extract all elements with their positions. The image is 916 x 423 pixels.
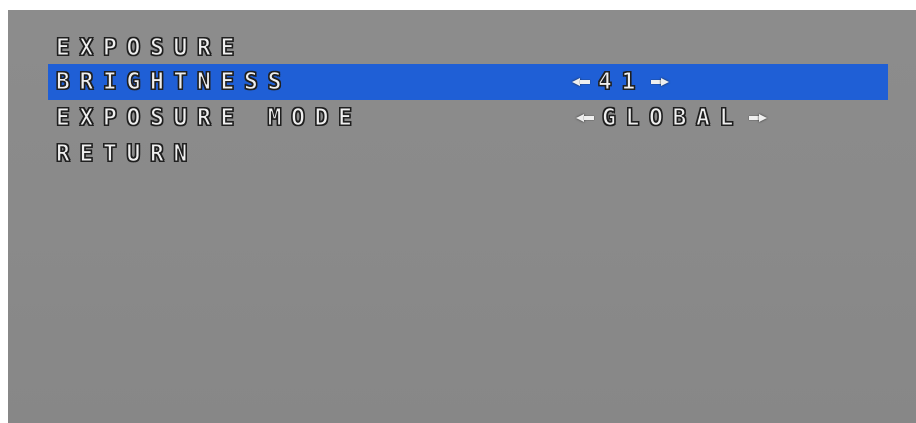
menu-item-label: BRIGHTNESS: [55, 68, 292, 95]
osd-screen: EXPOSURE BRIGHTNESS 41 EXPOSURE MODE GLO…: [8, 10, 916, 423]
exposure-mode-value-selector[interactable]: GLOBAL: [576, 104, 767, 132]
menu-item-label: EXPOSURE MODE: [55, 104, 362, 131]
menu-item-exposure-mode[interactable]: EXPOSURE MODE GLOBAL: [48, 100, 888, 136]
arrow-left-icon[interactable]: [576, 114, 596, 122]
arrow-right-icon[interactable]: [649, 78, 669, 86]
brightness-value: 41: [597, 68, 646, 95]
arrow-left-icon[interactable]: [572, 78, 592, 86]
exposure-mode-value: GLOBAL: [601, 104, 744, 131]
menu-item-label: RETURN: [55, 140, 198, 167]
menu-item-return[interactable]: RETURN: [48, 136, 888, 172]
menu-item-brightness[interactable]: BRIGHTNESS 41: [48, 64, 888, 100]
menu-title: EXPOSURE: [55, 34, 245, 61]
brightness-value-selector[interactable]: 41: [572, 68, 669, 96]
arrow-right-icon[interactable]: [747, 114, 767, 122]
